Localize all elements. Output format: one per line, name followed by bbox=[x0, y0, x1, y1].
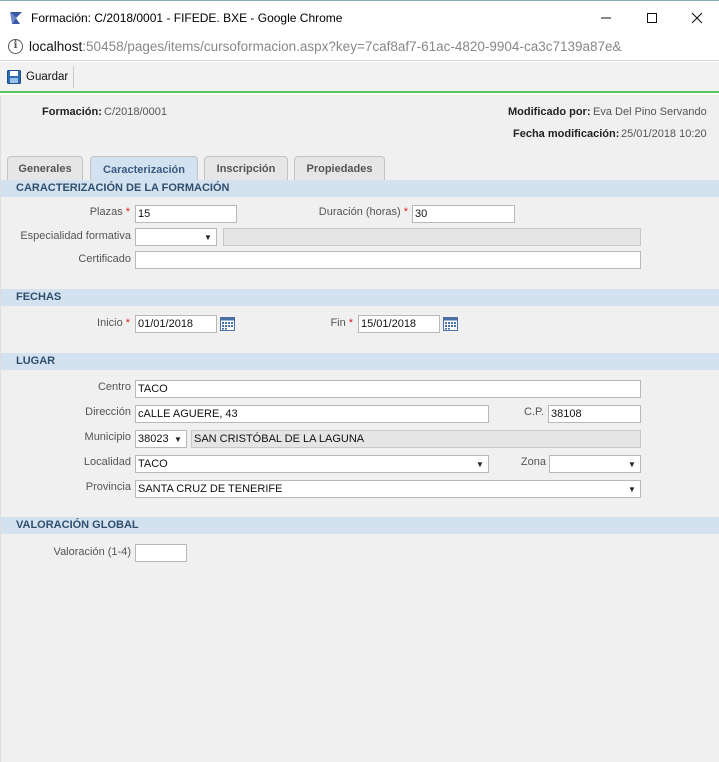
duracion-input[interactable]: 30 bbox=[412, 205, 515, 223]
info-icon[interactable]: i bbox=[8, 39, 23, 54]
section-lugar: LUGAR bbox=[1, 353, 719, 370]
chevron-down-icon[interactable]: ▼ bbox=[624, 481, 640, 497]
toolbar: Guardar bbox=[0, 62, 719, 93]
certificado-input[interactable] bbox=[135, 251, 641, 269]
save-button[interactable]: Guardar bbox=[3, 66, 75, 88]
window-title: Formación: C/2018/0001 - FIFEDE. BXE - G… bbox=[31, 11, 343, 25]
valoracion-label: Valoración (1-4) bbox=[53, 546, 131, 558]
localidad-select[interactable]: TACO ▼ bbox=[135, 455, 489, 473]
formacion-code: C/2018/0001 bbox=[104, 106, 167, 118]
plazas-label: Plazas * bbox=[89, 206, 130, 218]
tab-generales[interactable]: Generales bbox=[7, 156, 83, 181]
direccion-label: Dirección bbox=[85, 406, 131, 418]
cp-label: C.P. bbox=[524, 406, 544, 418]
cp-input[interactable]: 38108 bbox=[548, 405, 641, 423]
chevron-down-icon[interactable]: ▼ bbox=[170, 431, 186, 447]
section-fechas: FECHAS bbox=[1, 289, 719, 306]
zona-select[interactable]: ▼ bbox=[549, 455, 641, 473]
tab-propiedades[interactable]: Propiedades bbox=[294, 156, 385, 181]
browser-titlebar: Formación: C/2018/0001 - FIFEDE. BXE - G… bbox=[0, 0, 719, 34]
zona-label: Zona bbox=[520, 456, 546, 468]
tab-inscripcion[interactable]: Inscripción bbox=[204, 156, 288, 181]
municipio-select[interactable]: 38023 ▼ bbox=[135, 430, 187, 448]
centro-input[interactable]: TACO bbox=[135, 380, 641, 398]
tab-caracterizacion[interactable]: Caracterización bbox=[90, 156, 198, 182]
municipio-label: Municipio bbox=[84, 431, 131, 443]
maximize-button[interactable] bbox=[637, 7, 667, 29]
form-page: Formación: C/2018/0001 Modificado por: E… bbox=[0, 95, 719, 762]
provincia-select[interactable]: SANTA CRUZ DE TENERIFE ▼ bbox=[135, 480, 641, 498]
section-valoracion: VALORACIÓN GLOBAL bbox=[1, 517, 719, 534]
especialidad-select[interactable]: ▼ bbox=[135, 228, 217, 246]
especialidad-label: Especialidad formativa bbox=[20, 230, 131, 242]
fecha-modificacion-label: Fecha modificación: bbox=[513, 128, 620, 140]
inicio-label: Inicio * bbox=[97, 317, 130, 329]
calendar-icon[interactable] bbox=[220, 316, 235, 331]
section-caracterizacion: CARACTERIZACIÓN DE LA FORMACIÓN bbox=[1, 180, 719, 197]
app-logo-icon bbox=[10, 12, 22, 24]
formacion-label: Formación: bbox=[42, 106, 102, 118]
duracion-label: Duración (horas) * bbox=[318, 206, 408, 218]
maximize-icon bbox=[647, 13, 657, 23]
provincia-label: Provincia bbox=[85, 481, 131, 493]
chevron-down-icon[interactable]: ▼ bbox=[624, 456, 640, 472]
localidad-label: Localidad bbox=[83, 456, 131, 468]
url-text[interactable]: localhost:50458/pages/items/cursoformaci… bbox=[29, 39, 622, 54]
centro-label: Centro bbox=[97, 381, 131, 393]
close-icon bbox=[691, 12, 703, 24]
certificado-label: Certificado bbox=[78, 253, 131, 265]
minimize-button[interactable] bbox=[591, 7, 621, 29]
minimize-icon bbox=[601, 17, 611, 19]
close-button[interactable] bbox=[682, 7, 712, 29]
direccion-input[interactable]: cALLE AGUERE, 43 bbox=[135, 405, 489, 423]
municipio-name: SAN CRISTÓBAL DE LA LAGUNA bbox=[191, 430, 641, 448]
modificado-value: Eva Del Pino Servando bbox=[593, 106, 707, 118]
modificado-label: Modificado por: bbox=[508, 106, 591, 118]
fin-date-input[interactable]: 15/01/2018 bbox=[358, 315, 440, 333]
chevron-down-icon[interactable]: ▼ bbox=[200, 229, 216, 245]
valoracion-input[interactable] bbox=[135, 544, 187, 562]
plazas-input[interactable]: 15 bbox=[135, 205, 237, 223]
calendar-icon[interactable] bbox=[443, 316, 458, 331]
fin-label: Fin * bbox=[330, 317, 353, 329]
inicio-date-input[interactable]: 01/01/2018 bbox=[135, 315, 217, 333]
floppy-disk-icon bbox=[7, 70, 21, 84]
fecha-modificacion-value: 25/01/2018 10:20 bbox=[621, 128, 707, 140]
address-bar[interactable]: i localhost:50458/pages/items/cursoforma… bbox=[0, 34, 719, 61]
especialidad-description bbox=[223, 228, 641, 246]
chevron-down-icon[interactable]: ▼ bbox=[472, 456, 488, 472]
